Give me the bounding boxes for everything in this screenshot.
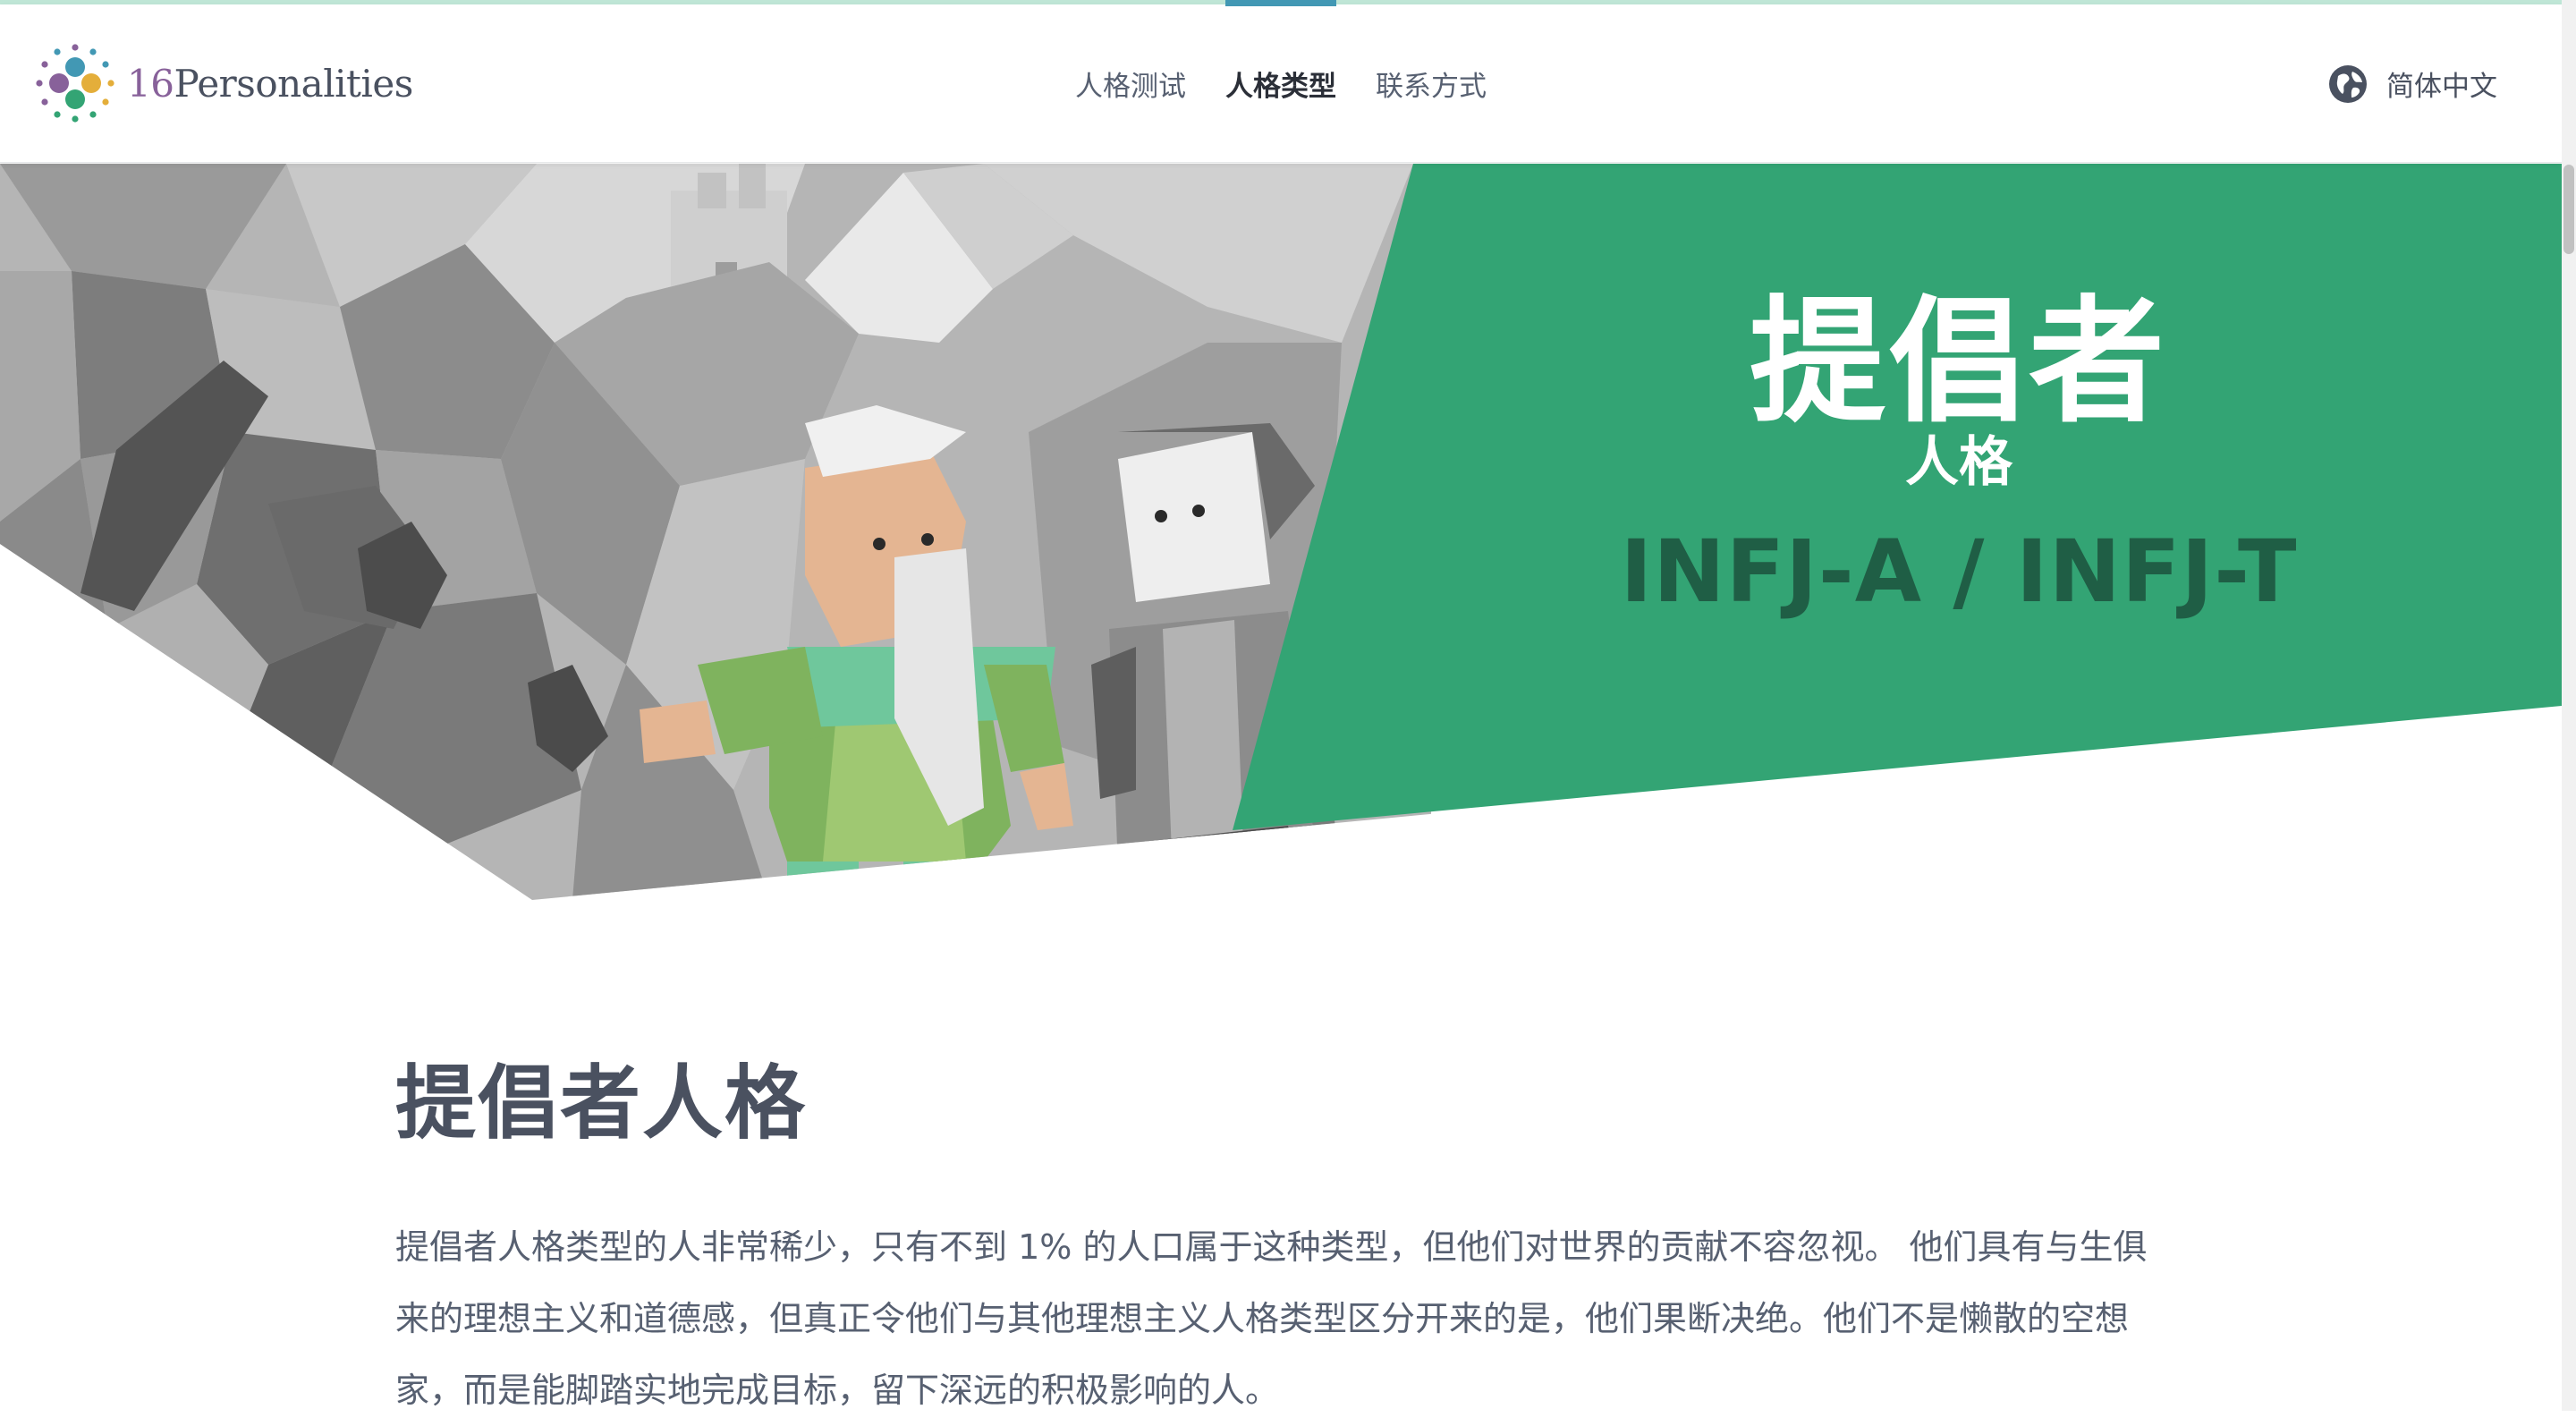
- article-content: 提倡者人格 提倡者人格类型的人非常稀少，只有不到 1% 的人口属于这种类型，但他…: [395, 1038, 2184, 1426]
- site-logo[interactable]: 16Personalities: [34, 40, 413, 126]
- article-paragraph: 提倡者人格类型的人非常稀少，只有不到 1% 的人口属于这种类型，但他们对世界的贡…: [395, 1227, 2148, 1410]
- logo-wordmark: 16Personalities: [127, 62, 413, 106]
- article-heading: 提倡者人格: [395, 1057, 807, 1150]
- globe-icon: [2329, 64, 2367, 103]
- hero-type-codes: INFJ-A / INFJ-T: [1620, 522, 2298, 622]
- logo-name: Personalities: [174, 61, 413, 106]
- nav-item-contact[interactable]: 联系方式: [1356, 4, 1506, 163]
- top-navbar: 16Personalities 人格测试 人格类型 联系方式 简体中文: [0, 0, 2562, 163]
- page-scrollbar[interactable]: [2562, 0, 2576, 1411]
- main-nav: 人格测试 人格类型 联系方式: [1055, 0, 1506, 163]
- nav-item-personality-types[interactable]: 人格类型: [1206, 0, 1356, 163]
- language-label: 简体中文: [2386, 71, 2497, 103]
- hero-banner: 提倡者 人格 INFJ-A / INFJ-T: [0, 164, 2562, 900]
- language-selector[interactable]: 简体中文: [2327, 4, 2497, 163]
- nav-item-personality-test[interactable]: 人格测试: [1055, 4, 1206, 163]
- logo-number: 16: [127, 61, 174, 106]
- scrollbar-thumb[interactable]: [2563, 165, 2574, 254]
- logo-mark-icon: [36, 44, 114, 123]
- hero-subtitle: 人格: [1905, 431, 2012, 494]
